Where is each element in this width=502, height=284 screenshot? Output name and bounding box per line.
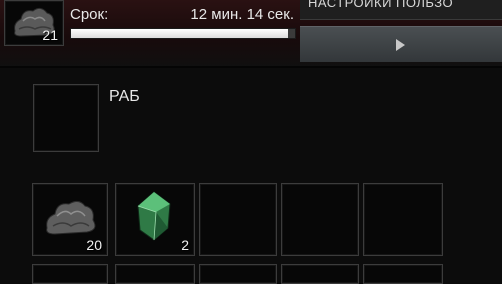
inventory-slot[interactable] <box>199 183 277 256</box>
inventory-slot[interactable] <box>281 183 359 256</box>
inventory-slot[interactable] <box>32 264 108 284</box>
section-title: РАБ <box>109 88 140 105</box>
timer-label: Срок: <box>70 6 109 23</box>
inventory-slot[interactable]: 2 <box>115 183 195 256</box>
inventory-slot-count: 20 <box>86 237 102 253</box>
play-button[interactable] <box>300 26 502 62</box>
top-item-slot[interactable]: 21 <box>4 0 64 46</box>
inventory-slot[interactable] <box>199 264 277 284</box>
section-slot[interactable] <box>33 84 99 152</box>
ore-rock-icon <box>46 200 96 235</box>
settings-tab[interactable]: НАСТРОЙКИ ПОЛЬЗО <box>300 0 502 20</box>
inventory-slot[interactable] <box>363 264 443 284</box>
settings-tab-label: НАСТРОЙКИ ПОЛЬЗО <box>308 0 454 10</box>
play-icon <box>396 39 405 51</box>
inventory-slot[interactable] <box>281 264 359 284</box>
inventory-slot[interactable] <box>363 183 443 256</box>
inventory-slot[interactable]: 20 <box>32 183 108 256</box>
timer-progress-bar <box>70 28 296 39</box>
timer-value: 12 мин. 14 сек. <box>190 6 294 23</box>
green-crystal-icon <box>137 191 171 241</box>
inventory-slot-count: 2 <box>181 237 189 253</box>
timer-progress-fill <box>71 29 289 38</box>
top-item-count: 21 <box>42 27 58 43</box>
inventory-slot[interactable] <box>115 264 195 284</box>
